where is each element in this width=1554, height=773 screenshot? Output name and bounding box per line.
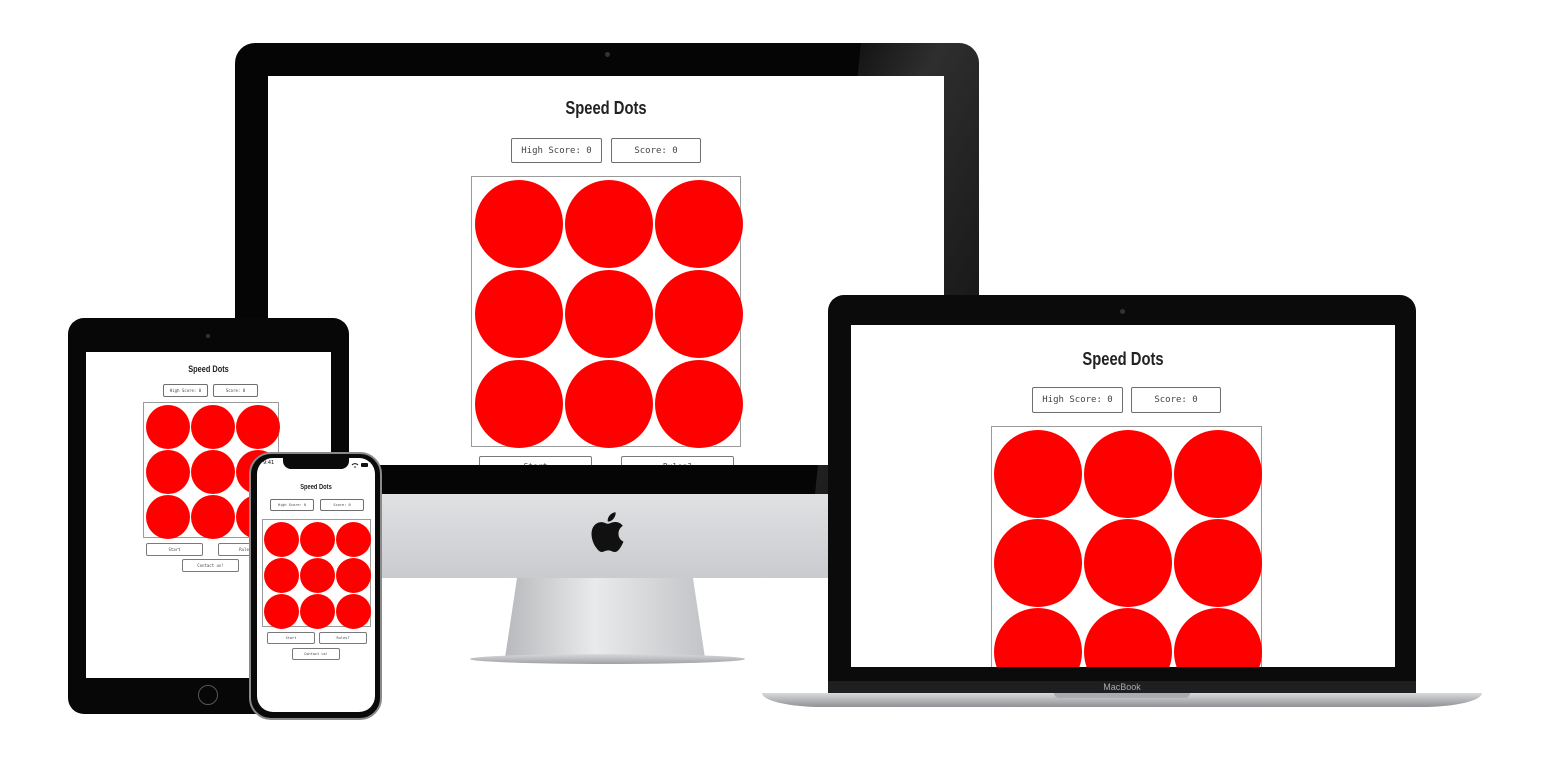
game-dot[interactable]: [565, 270, 653, 358]
game-dot[interactable]: [475, 270, 563, 358]
start-button[interactable]: Start: [479, 456, 592, 465]
game-dot[interactable]: [994, 519, 1082, 607]
game-dot[interactable]: [264, 594, 299, 629]
game-dot[interactable]: [994, 430, 1082, 518]
game-dot[interactable]: [336, 558, 371, 593]
game-dot[interactable]: [191, 405, 235, 449]
macbook-label: MacBook: [1103, 682, 1141, 692]
game-dot[interactable]: [655, 360, 743, 448]
game-dot[interactable]: [336, 594, 371, 629]
imac-foot: [470, 654, 745, 664]
game-dot[interactable]: [236, 405, 280, 449]
macbook-camera: [1120, 309, 1125, 314]
game-dot[interactable]: [475, 180, 563, 268]
start-button[interactable]: Start: [146, 543, 203, 556]
score-display: Score: 0: [320, 499, 364, 511]
game-board: [991, 426, 1262, 667]
game-dot[interactable]: [264, 558, 299, 593]
score-display: Score: 0: [213, 384, 258, 397]
game-dot[interactable]: [655, 270, 743, 358]
game-dot[interactable]: [300, 522, 335, 557]
iphone-screen: Speed Dots High Score: 0 Score: 0 Start …: [257, 458, 375, 712]
game-dot[interactable]: [300, 594, 335, 629]
imac-camera: [605, 52, 610, 57]
start-button[interactable]: Start: [267, 632, 315, 644]
page-title: Speed Dots: [188, 364, 229, 374]
game-dot[interactable]: [191, 450, 235, 494]
iphone-notch: [283, 458, 349, 469]
game-dot[interactable]: [1174, 608, 1262, 667]
game-dot[interactable]: [336, 522, 371, 557]
game-dot[interactable]: [565, 180, 653, 268]
game-dot[interactable]: [1084, 430, 1172, 518]
game-dot[interactable]: [300, 558, 335, 593]
game-dot[interactable]: [1084, 608, 1172, 667]
game-dot[interactable]: [1174, 519, 1262, 607]
high-score-display: High Score: 0: [1032, 387, 1123, 413]
game-dot[interactable]: [475, 360, 563, 448]
wifi-battery-icon: [351, 463, 368, 468]
game-board: [471, 176, 743, 448]
iphone-status-time: 9:41: [263, 460, 275, 466]
imac-stand: [505, 578, 705, 658]
game-dot[interactable]: [146, 450, 190, 494]
game-board: [262, 519, 371, 629]
rules-button[interactable]: Rules?: [319, 632, 367, 644]
game-dot[interactable]: [146, 405, 190, 449]
ipad-camera: [206, 334, 210, 338]
macbook-screen: Speed Dots High Score: 0 Score: 0: [851, 325, 1395, 667]
ipad-home-button: [198, 685, 218, 705]
page-title: Speed Dots: [1082, 349, 1164, 369]
score-display: Score: 0: [611, 138, 701, 163]
game-dot[interactable]: [994, 608, 1082, 667]
iphone-status-icons: [350, 461, 370, 469]
high-score-display: High Score: 0: [511, 138, 602, 163]
game-dot[interactable]: [565, 360, 653, 448]
macbook-notch: [1054, 693, 1190, 698]
game-dot[interactable]: [1084, 519, 1172, 607]
high-score-display: High Score: 0: [270, 499, 314, 511]
game-dot[interactable]: [655, 180, 743, 268]
game-dot[interactable]: [264, 522, 299, 557]
apple-logo-icon: [591, 512, 624, 553]
score-display: Score: 0: [1131, 387, 1221, 413]
page-title: Speed Dots: [565, 98, 647, 118]
page-title: Speed Dots: [300, 484, 332, 491]
game-dot[interactable]: [191, 495, 235, 539]
contact-button[interactable]: Contact us!: [182, 559, 239, 572]
game-dot[interactable]: [146, 495, 190, 539]
rules-button[interactable]: Rules?: [621, 456, 734, 465]
contact-button[interactable]: Contact us!: [292, 648, 340, 660]
game-dot[interactable]: [1174, 430, 1262, 518]
high-score-display: High Score: 0: [163, 384, 208, 397]
